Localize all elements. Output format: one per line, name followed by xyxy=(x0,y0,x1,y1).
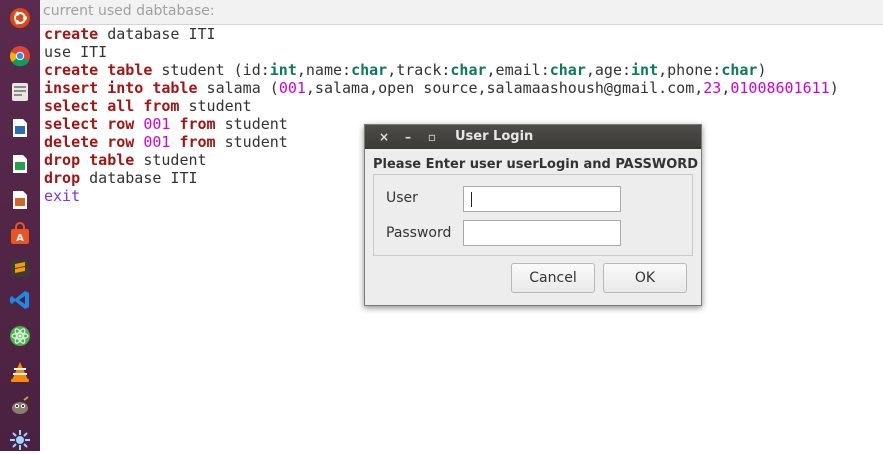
code-token: char xyxy=(721,61,758,79)
code-token: student (id: xyxy=(152,61,270,79)
code-line: use ITI xyxy=(44,43,839,61)
gimp-icon[interactable] xyxy=(6,392,34,420)
login-dialog: × – ▫ User Login Please Enter user userL… xyxy=(364,124,702,306)
text-caret xyxy=(471,192,472,207)
code-token: ,track: xyxy=(387,61,451,79)
code-token: from xyxy=(179,133,216,151)
calc-icon[interactable] xyxy=(6,150,34,178)
code-line: create table student (id:int,name:char,t… xyxy=(44,61,839,79)
code-line: insert into table salama (001,salama,ope… xyxy=(44,79,839,97)
software-center-icon[interactable]: A xyxy=(6,220,34,248)
code-token: from xyxy=(179,115,216,133)
code-token: ,salama,open source,salamaashoush@gmail.… xyxy=(305,79,704,97)
code-token: drop xyxy=(44,169,81,187)
code-token: student xyxy=(179,97,252,115)
code-token: 01008601611 xyxy=(730,79,830,97)
dialog-titlebar[interactable]: × – ▫ User Login xyxy=(365,125,701,149)
code-line: create database ITI xyxy=(44,25,839,43)
minimize-icon[interactable]: – xyxy=(401,130,415,144)
atom-icon[interactable] xyxy=(6,322,34,350)
code-token: database ITI xyxy=(80,169,198,187)
maximize-icon[interactable]: ▫ xyxy=(425,130,439,144)
code-token: , xyxy=(721,79,731,97)
editor-title-strip: current used dabtabase: xyxy=(40,0,883,25)
code-token: 001 xyxy=(143,115,171,133)
credentials-panel: User Password xyxy=(373,174,693,256)
ok-button[interactable]: OK xyxy=(603,263,687,293)
code-token: select all from xyxy=(44,97,180,115)
user-input[interactable] xyxy=(463,186,621,212)
code-token: char xyxy=(549,61,586,79)
code-token: char xyxy=(351,61,388,79)
code-token: 23 xyxy=(703,79,722,97)
code-token: drop table xyxy=(44,151,135,169)
password-label: Password xyxy=(386,225,452,241)
impress-icon[interactable] xyxy=(6,186,34,214)
launcher: A xyxy=(0,0,40,451)
code-token: int xyxy=(269,61,297,79)
code-token: ) xyxy=(757,61,767,79)
code-token: ,email: xyxy=(486,61,550,79)
ubuntu-logo-icon[interactable] xyxy=(6,4,34,32)
code-token: salama ( xyxy=(197,79,279,97)
vlc-icon[interactable] xyxy=(6,358,34,386)
code-token: select row xyxy=(44,115,135,133)
cancel-button[interactable]: Cancel xyxy=(511,263,595,293)
code-token: 001 xyxy=(278,79,306,97)
code-token: ,phone: xyxy=(658,61,722,79)
code-token: ,name: xyxy=(296,61,352,79)
code-token: char xyxy=(450,61,487,79)
files-icon[interactable] xyxy=(6,78,34,106)
code-token: use ITI xyxy=(44,43,108,61)
dialog-title: User Login xyxy=(455,129,534,144)
code-token: ,age: xyxy=(585,61,632,79)
code-token: database ITI xyxy=(98,25,216,43)
code-token: create xyxy=(44,25,99,43)
code-token: int xyxy=(631,61,659,79)
code-token: delete row xyxy=(44,133,135,151)
svg-text:A: A xyxy=(16,233,24,244)
code-token: table xyxy=(107,61,153,79)
code-token: student xyxy=(215,115,288,133)
code-token: 001 xyxy=(143,133,171,151)
user-label: User xyxy=(386,190,418,206)
code-line: select all from student xyxy=(44,97,839,115)
code-token: ) xyxy=(829,79,839,97)
gnome-icon[interactable] xyxy=(6,426,34,454)
sublime-icon[interactable] xyxy=(6,254,34,282)
dialog-heading: Please Enter user userLogin and PASSWORD xyxy=(373,157,699,172)
password-input[interactable] xyxy=(463,220,621,246)
close-icon[interactable]: × xyxy=(377,130,391,144)
code-token: student xyxy=(134,151,207,169)
editor-title: current used dabtabase: xyxy=(43,3,215,19)
code-token: create xyxy=(44,61,99,79)
code-token: exit xyxy=(44,187,81,205)
vscode-icon[interactable] xyxy=(6,286,34,314)
chrome-icon[interactable] xyxy=(6,42,34,70)
writer-icon[interactable] xyxy=(6,114,34,142)
code-token: student xyxy=(215,133,288,151)
code-token: insert into table xyxy=(44,79,198,97)
